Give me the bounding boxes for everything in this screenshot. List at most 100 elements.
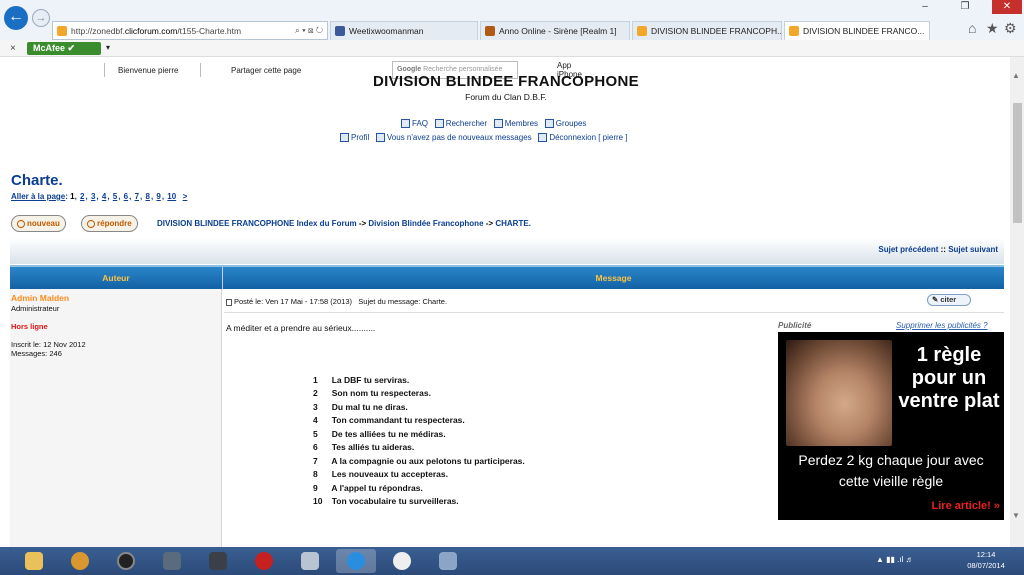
menu-members-label: Membres (504, 119, 539, 128)
breadcrumb-topic[interactable]: CHARTE. (495, 219, 531, 228)
page-link[interactable]: 7 (135, 192, 139, 201)
clock[interactable]: 12:14 08/07/2014 (960, 549, 1012, 571)
breadcrumb-index[interactable]: DIVISION BLINDEE FRANCOPHONE Index du Fo… (157, 219, 357, 228)
rule-item: 1 La DBF tu serviras. (313, 375, 409, 385)
topic-title[interactable]: Charte. (11, 172, 63, 189)
forum-favicon-icon (789, 26, 799, 36)
breadcrumb-sep: -> (485, 219, 494, 228)
welcome-link[interactable]: Bienvenue pierre (118, 66, 178, 75)
game-app-icon[interactable] (382, 549, 422, 573)
store-icon[interactable] (198, 549, 238, 573)
page-link[interactable]: 9 (156, 192, 160, 201)
menu-groups[interactable]: Groupes (544, 119, 586, 129)
page-link[interactable]: 6 (124, 192, 128, 201)
goto-page-label: Aller à la page (11, 192, 66, 201)
minimize-icon[interactable]: – (912, 0, 938, 14)
address-bar-controls[interactable]: ⌕ ▾ ⊠ ↻ (295, 25, 327, 36)
rule-number: 8 (313, 469, 318, 479)
rule-number: 5 (313, 429, 318, 439)
menu-messages-label: Vous n'avez pas de nouveaux messages (386, 133, 532, 142)
post-document-icon (226, 298, 232, 306)
page-link[interactable]: 3 (91, 192, 95, 201)
next-topic-link[interactable]: Sujet suivant (948, 245, 998, 254)
restore-icon[interactable]: ❐ (952, 0, 978, 14)
scroll-thumb[interactable] (1013, 103, 1022, 223)
post-date: Posté le: Ven 17 Mai - 17:58 (2013) (234, 297, 352, 306)
favorites-star-icon[interactable]: ★ (986, 20, 999, 37)
page-link[interactable]: 5 (113, 192, 117, 201)
current-page: 1 (70, 192, 75, 201)
facebook-icon (335, 26, 345, 36)
menu-faq[interactable]: FAQ (401, 119, 428, 129)
calculator-icon[interactable] (152, 549, 192, 573)
menu-members[interactable]: Membres (493, 119, 539, 129)
image-viewer-icon[interactable] (290, 549, 330, 573)
anno-icon (485, 26, 495, 36)
divider (224, 312, 1004, 313)
advertisement[interactable]: 1 règle pour un ventre plat Perdez 2 kg … (778, 332, 1004, 520)
ad-subtitle: Perdez 2 kg chaque jour avec cette vieil… (798, 452, 984, 489)
file-explorer-icon[interactable] (14, 549, 54, 573)
mcafee-dropdown-icon[interactable]: ▾ (106, 43, 110, 52)
menu-profile-label: Profil (351, 133, 370, 142)
ad-cta-link[interactable]: Lire article! » (932, 500, 1000, 512)
rule-text: Son nom tu respecteras. (331, 388, 431, 398)
topic-navigation: Sujet précédent :: Sujet suivant (10, 238, 1004, 264)
remove-ads-link[interactable]: Supprimer les publicités ? (896, 321, 988, 330)
quote-button[interactable]: ✎ citer (927, 294, 971, 306)
settings-gear-icon[interactable]: ⚙ (1004, 20, 1017, 37)
mcafee-button[interactable]: McAfee ✔ (27, 42, 101, 55)
page-link[interactable]: 2 (80, 192, 84, 201)
window-close-icon[interactable]: ✕ (992, 0, 1022, 14)
app-icon-orange[interactable] (60, 549, 100, 573)
home-icon[interactable]: ⌂ (968, 20, 976, 36)
tab-dbf-active[interactable]: DIVISION BLINDEE FRANCO... × (784, 21, 930, 40)
internet-explorer-icon[interactable] (336, 549, 376, 573)
column-author: Auteur (102, 273, 130, 283)
tab-close-icon[interactable]: × (924, 26, 929, 36)
scroll-up-icon[interactable]: ▲ (1012, 71, 1020, 80)
next-page-link[interactable]: > (183, 192, 188, 201)
breadcrumb-forum[interactable]: Division Blindée Francophone (368, 219, 483, 228)
new-topic-button[interactable]: nouveau (11, 215, 66, 232)
profile-icon (340, 133, 349, 143)
share-link[interactable]: Partager cette page (231, 66, 301, 75)
author-joined: Inscrit le: 12 Nov 2012 (11, 340, 86, 349)
forward-arrow-icon[interactable]: → (32, 9, 50, 27)
prev-topic-link[interactable]: Sujet précédent (878, 245, 938, 254)
reply-button[interactable]: répondre (81, 215, 138, 232)
author-name[interactable]: Admin Malden (11, 293, 69, 303)
rule-text: Tes alliés tu aideras. (331, 442, 415, 452)
menu-search[interactable]: Rechercher (434, 119, 487, 129)
menu-profile[interactable]: Profil (340, 133, 370, 143)
rule-number: 7 (313, 456, 318, 466)
tab-label: Weetixwoomanman (349, 26, 424, 36)
page-link[interactable]: 4 (102, 192, 106, 201)
power-icon[interactable] (244, 549, 284, 573)
page-link[interactable]: 10 (167, 192, 176, 201)
system-tray-icons[interactable]: ▲ ▮▮ .ıl ♬ (876, 555, 914, 564)
back-arrow-icon[interactable]: ← (4, 6, 28, 30)
tab-anno[interactable]: Anno Online - Sirène [Realm 1] (480, 21, 630, 40)
search-icon (434, 119, 444, 129)
vertical-scrollbar[interactable]: ▲ ▼ (1010, 57, 1024, 547)
divider (104, 63, 105, 77)
address-bar[interactable]: http://zonedbf. clicforum.com/t155-Charte… (52, 21, 328, 40)
members-icon (493, 119, 503, 129)
ad-title: 1 règle pour un ventre plat (898, 344, 1000, 412)
menu-logout[interactable]: Déconnexion [ pierre ] (538, 133, 628, 143)
logout-icon (538, 133, 548, 143)
page-link[interactable]: 8 (145, 192, 149, 201)
menu-messages[interactable]: Vous n'avez pas de nouveaux messages (375, 133, 532, 143)
table-header: Auteur Message (10, 265, 1004, 291)
paint-icon[interactable] (428, 549, 468, 573)
tab-weetix[interactable]: Weetixwoomanman (330, 21, 478, 40)
scroll-down-icon[interactable]: ▼ (1012, 511, 1020, 520)
media-player-icon[interactable] (106, 549, 146, 573)
rule-item: 6 Tes alliés tu aideras. (313, 442, 414, 452)
rule-item: 7 A la compagnie ou aux pelotons tu part… (313, 456, 525, 466)
rule-text: Les nouveaux tu accepteras. (331, 469, 448, 479)
tab-dbf-1[interactable]: DIVISION BLINDEE FRANCOPH... (632, 21, 782, 40)
toolbar-close-icon[interactable]: × (10, 43, 16, 54)
ad-label: Publicité (778, 321, 812, 330)
